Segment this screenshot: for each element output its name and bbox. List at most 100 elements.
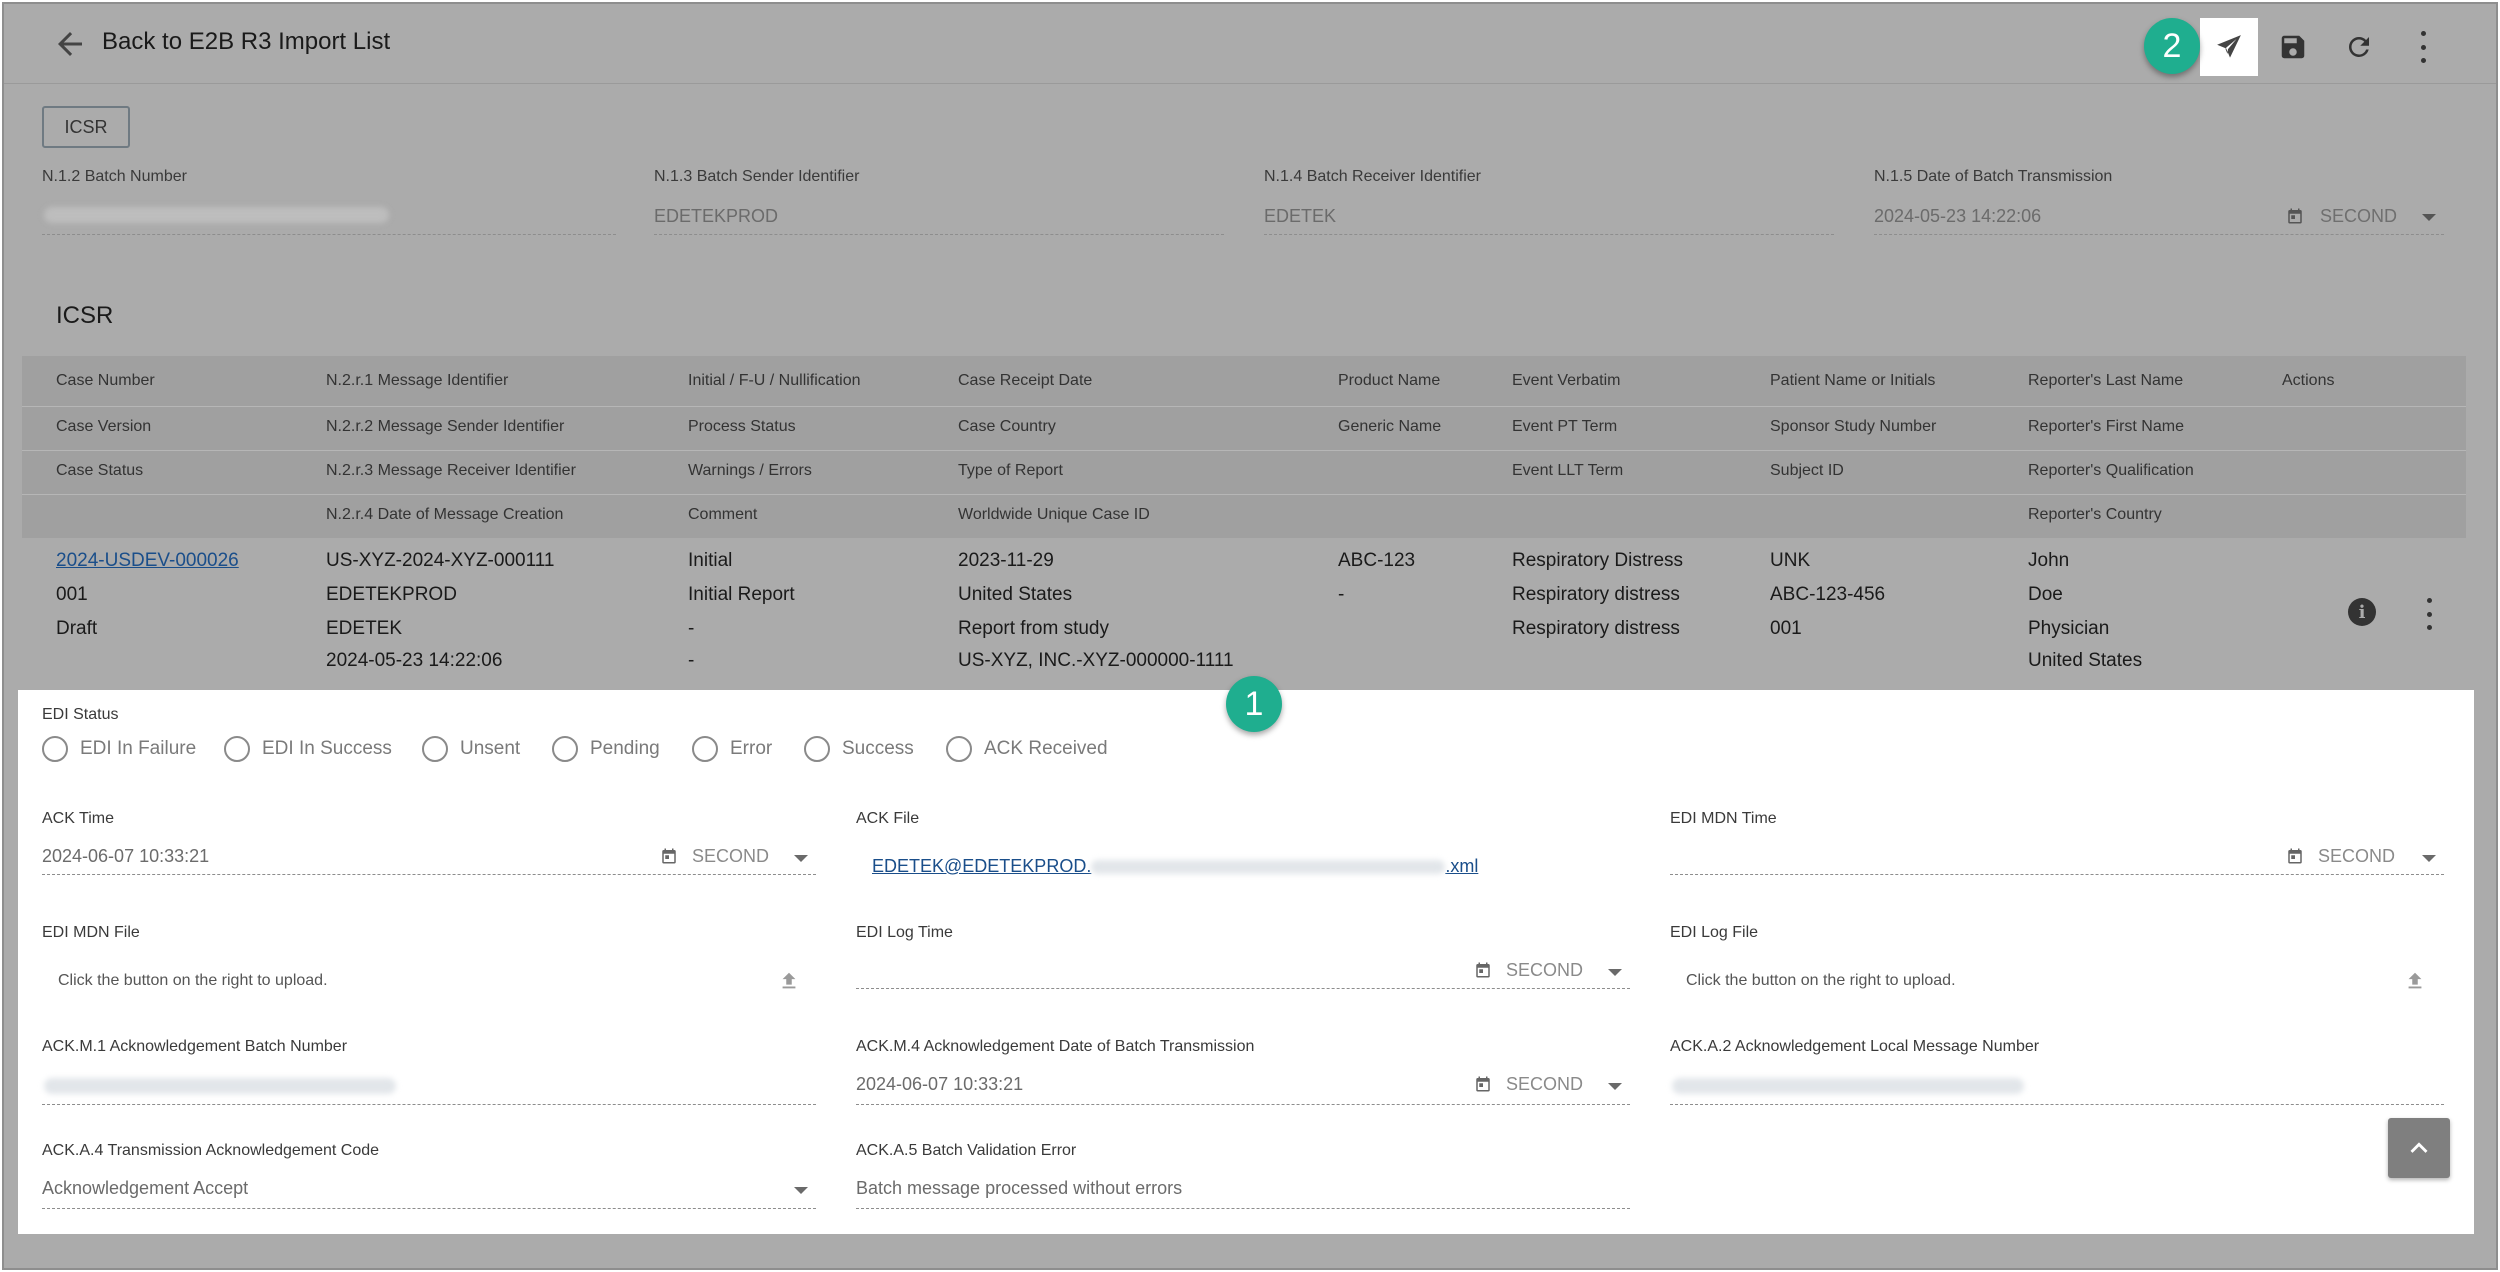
calendar-icon[interactable]: [1474, 1075, 1492, 1093]
header-subject-id[interactable]: Subject ID: [1770, 462, 1844, 480]
radio-edi-in-failure[interactable]: EDI In Failure: [42, 734, 196, 764]
scroll-to-top-button[interactable]: [2388, 1118, 2450, 1178]
radio-circle[interactable]: [804, 736, 830, 762]
header-message-identifier[interactable]: N.2.r.1 Message Identifier: [326, 372, 508, 390]
chevron-down-icon[interactable]: [794, 855, 808, 862]
icsr-tag-button[interactable]: ICSR: [42, 106, 130, 148]
log-time-label: EDI Log Time: [856, 924, 953, 941]
radio-circle[interactable]: [692, 736, 718, 762]
radio-error[interactable]: Error: [692, 734, 772, 764]
header-message-receiver[interactable]: N.2.r.3 Message Receiver Identifier: [326, 462, 576, 480]
message-receiver-cell: EDETEK: [326, 618, 403, 639]
ack-m1-field[interactable]: [42, 1104, 816, 1105]
chevron-down-icon[interactable]: [2422, 855, 2436, 862]
back-arrow-icon[interactable]: [52, 26, 88, 62]
batch-date-value[interactable]: 2024-05-23 14:22:06: [1874, 206, 2041, 227]
case-receipt-date-cell: 2023-11-29: [958, 550, 1054, 571]
radio-label: Pending: [590, 738, 660, 759]
header-generic-name[interactable]: Generic Name: [1338, 418, 1441, 436]
log-time-field[interactable]: [856, 988, 1630, 989]
calendar-icon[interactable]: [1474, 961, 1492, 979]
calendar-icon[interactable]: [2286, 207, 2304, 225]
ack-a2-field[interactable]: [1670, 1104, 2444, 1105]
ack-a4-select[interactable]: [42, 1208, 816, 1209]
header-patient-name[interactable]: Patient Name or Initials: [1770, 372, 1935, 390]
ack-time-value[interactable]: 2024-06-07 10:33:21: [42, 846, 209, 867]
case-number-link[interactable]: 2024-USDEV-000026: [56, 550, 239, 572]
log-time-unit[interactable]: SECOND: [1506, 960, 1583, 981]
header-case-number[interactable]: Case Number: [56, 372, 155, 390]
header-type-of-report[interactable]: Type of Report: [958, 462, 1063, 480]
chevron-down-icon[interactable]: [2422, 214, 2436, 221]
upload-icon[interactable]: [2404, 968, 2426, 994]
radio-circle[interactable]: [224, 736, 250, 762]
info-icon[interactable]: i: [2348, 598, 2376, 626]
ack-a4-value[interactable]: Acknowledgement Accept: [42, 1178, 248, 1199]
save-button[interactable]: [2264, 18, 2322, 76]
refresh-button[interactable]: [2330, 18, 2388, 76]
more-vert-icon: [2418, 31, 2428, 63]
header-warnings-errors[interactable]: Warnings / Errors: [688, 462, 812, 480]
radio-success[interactable]: Success: [804, 734, 914, 764]
ack-m4-value[interactable]: 2024-06-07 10:33:21: [856, 1074, 1023, 1095]
generic-name-cell: -: [1338, 584, 1345, 605]
chevron-down-icon[interactable]: [1608, 969, 1622, 976]
radio-circle[interactable]: [552, 736, 578, 762]
radio-unsent[interactable]: Unsent: [422, 734, 520, 764]
reporter-country-cell: United States: [2028, 650, 2143, 671]
subject-id-cell: 001: [1770, 618, 1802, 639]
header-case-country[interactable]: Case Country: [958, 418, 1056, 436]
icsr-section-title: ICSR: [56, 302, 114, 329]
header-event-verbatim[interactable]: Event Verbatim: [1512, 372, 1621, 390]
ack-time-label: ACK Time: [42, 810, 115, 827]
ack-file-link[interactable]: EDETEK@EDETEKPROD. .xml: [872, 856, 1478, 877]
header-reporter-first-name[interactable]: Reporter's First Name: [2028, 418, 2184, 436]
mdn-time-unit[interactable]: SECOND: [2318, 846, 2395, 867]
header-event-llt-term[interactable]: Event LLT Term: [1512, 462, 1623, 480]
radio-ack-received[interactable]: ACK Received: [946, 734, 1108, 764]
header-sponsor-study-number[interactable]: Sponsor Study Number: [1770, 418, 1936, 436]
chevron-down-icon[interactable]: [1608, 1083, 1622, 1090]
page-header: Back to E2B R3 Import List: [4, 4, 2496, 84]
header-case-version[interactable]: Case Version: [56, 418, 151, 436]
row-more-vert-icon[interactable]: [2424, 598, 2434, 630]
radio-circle[interactable]: [946, 736, 972, 762]
header-reporter-country[interactable]: Reporter's Country: [2028, 506, 2162, 524]
batch-receiver-field[interactable]: [1264, 234, 1834, 235]
mdn-time-field[interactable]: [1670, 874, 2444, 875]
calendar-icon[interactable]: [660, 847, 678, 865]
radio-edi-in-success[interactable]: EDI In Success: [224, 734, 392, 764]
batch-number-field[interactable]: [42, 234, 616, 235]
send-button[interactable]: [2200, 18, 2258, 76]
header-reporter-qualification[interactable]: Reporter's Qualification: [2028, 462, 2194, 480]
batch-receiver-label: N.1.4 Batch Receiver Identifier: [1264, 168, 1481, 185]
header-worldwide-case-id[interactable]: Worldwide Unique Case ID: [958, 506, 1150, 524]
header-case-receipt-date[interactable]: Case Receipt Date: [958, 372, 1092, 390]
back-to-list-link[interactable]: Back to E2B R3 Import List: [102, 28, 390, 56]
header-divider: [22, 406, 2466, 407]
header-case-status[interactable]: Case Status: [56, 462, 143, 480]
radio-circle[interactable]: [422, 736, 448, 762]
page-frame: Back to E2B R3 Import List 2 ICSR N.1.2 …: [2, 2, 2498, 1270]
batch-date-unit[interactable]: SECOND: [2320, 206, 2397, 227]
header-comment[interactable]: Comment: [688, 506, 757, 524]
calendar-icon[interactable]: [2286, 847, 2304, 865]
header-event-pt-term[interactable]: Event PT Term: [1512, 418, 1617, 436]
callout-badge-1: 1: [1226, 676, 1282, 732]
header-reporter-last-name[interactable]: Reporter's Last Name: [2028, 372, 2183, 390]
ack-a5-value[interactable]: Batch message processed without errors: [856, 1178, 1182, 1199]
batch-sender-field[interactable]: [654, 234, 1224, 235]
radio-label: Error: [730, 738, 773, 759]
header-message-date[interactable]: N.2.r.4 Date of Message Creation: [326, 506, 563, 524]
more-options-button[interactable]: [2394, 18, 2452, 76]
chevron-down-icon[interactable]: [794, 1187, 808, 1194]
header-message-sender[interactable]: N.2.r.2 Message Sender Identifier: [326, 418, 564, 436]
radio-pending[interactable]: Pending: [552, 734, 660, 764]
header-initial-fu[interactable]: Initial / F-U / Nullification: [688, 372, 861, 390]
header-process-status[interactable]: Process Status: [688, 418, 796, 436]
ack-m4-unit[interactable]: SECOND: [1506, 1074, 1583, 1095]
header-product-name[interactable]: Product Name: [1338, 372, 1440, 390]
upload-icon[interactable]: [778, 968, 800, 994]
ack-time-unit[interactable]: SECOND: [692, 846, 769, 867]
radio-circle[interactable]: [42, 736, 68, 762]
